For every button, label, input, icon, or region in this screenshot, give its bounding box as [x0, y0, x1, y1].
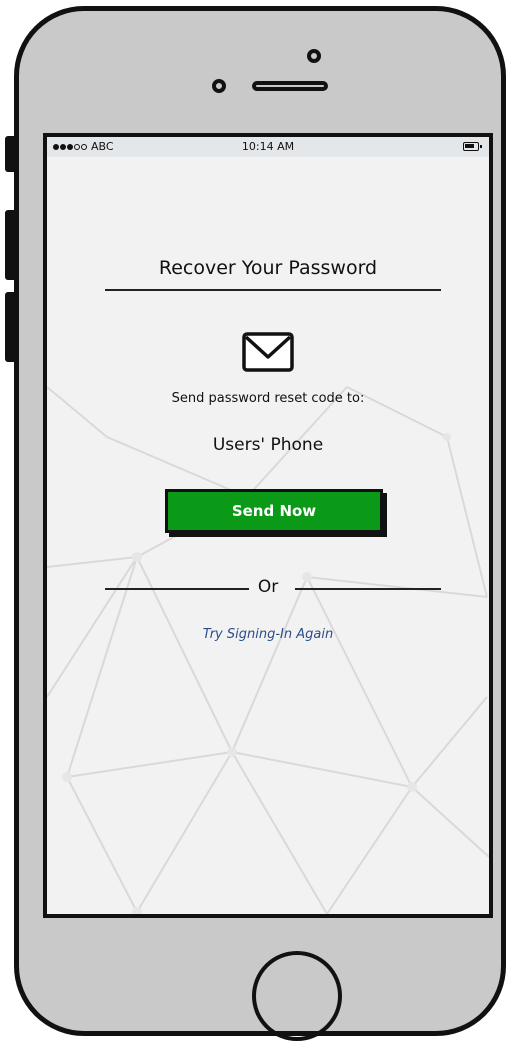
- reset-target[interactable]: Users' Phone: [47, 435, 489, 455]
- camera-icon: [307, 49, 321, 63]
- phone-screen: ABC 10:14 AM Recover Your Password Send …: [43, 133, 493, 918]
- mute-switch[interactable]: [5, 136, 14, 172]
- volume-down-button[interactable]: [5, 292, 14, 362]
- or-divider-right: [295, 588, 441, 590]
- reset-code-prompt: Send password reset code to:: [171, 391, 365, 406]
- title-divider: [105, 289, 441, 291]
- page-title: Recover Your Password: [158, 257, 378, 279]
- battery-icon: [463, 142, 482, 151]
- envelope-icon: [242, 332, 294, 372]
- send-now-button[interactable]: Send Now: [165, 489, 383, 533]
- speaker-icon: [252, 81, 328, 91]
- status-bar: ABC 10:14 AM: [47, 137, 489, 157]
- status-time: 10:14 AM: [241, 140, 295, 153]
- or-divider-label: Or: [257, 577, 279, 597]
- volume-up-button[interactable]: [5, 210, 14, 280]
- home-button[interactable]: [252, 951, 342, 1041]
- sensor-icon: [212, 79, 226, 93]
- try-signing-in-link[interactable]: Try Signing-In Again: [47, 627, 489, 642]
